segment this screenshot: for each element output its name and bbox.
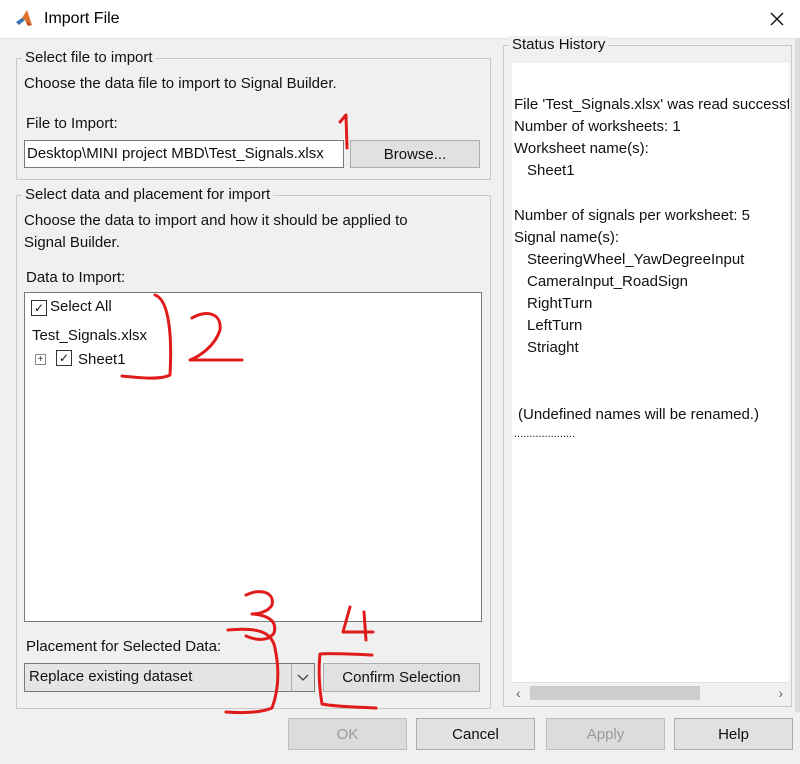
- signal-name: RightTurn: [527, 295, 593, 312]
- ok-button[interactable]: OK: [288, 718, 407, 750]
- confirm-selection-button[interactable]: Confirm Selection: [323, 663, 480, 692]
- background-window-edge: [795, 38, 800, 764]
- expand-icon[interactable]: +: [35, 354, 46, 365]
- select-all-checkbox[interactable]: ✓: [31, 300, 47, 316]
- status-line: Sheet1: [527, 162, 575, 179]
- placement-selected-value: Replace existing dataset: [29, 668, 193, 685]
- signal-name: SteeringWheel_YawDegreeInput: [527, 251, 745, 268]
- apply-button[interactable]: Apply: [546, 718, 665, 750]
- placement-label: Placement for Selected Data:: [26, 638, 222, 655]
- matlab-logo-icon: [16, 10, 32, 26]
- select-file-description: Choose the data file to import to Signal…: [24, 75, 337, 92]
- signal-name: CameraInput_RoadSign: [527, 273, 688, 290]
- data-to-import-tree[interactable]: ✓ Select All Test_Signals.xlsx + ✓ Sheet…: [24, 292, 482, 622]
- signal-name: LeftTurn: [527, 317, 583, 334]
- tree-sheet-node[interactable]: Sheet1: [78, 351, 126, 368]
- select-data-description-line1: Choose the data to import and how it sho…: [24, 212, 408, 229]
- status-note: (Undefined names will be renamed.): [518, 406, 759, 423]
- status-history-text: File 'Test_Signals.xlsx' was read succes…: [512, 63, 789, 703]
- scroll-left-icon[interactable]: ‹: [516, 685, 521, 701]
- status-line: File 'Test_Signals.xlsx' was read succes…: [514, 96, 789, 113]
- browse-button[interactable]: Browse...: [350, 140, 480, 168]
- chevron-down-icon[interactable]: [291, 664, 314, 691]
- cancel-button[interactable]: Cancel: [416, 718, 535, 750]
- status-dots: ....................: [514, 428, 576, 440]
- status-line: Signal name(s):: [514, 229, 620, 246]
- tree-file-node[interactable]: Test_Signals.xlsx: [32, 327, 147, 344]
- data-to-import-label: Data to Import:: [26, 269, 126, 286]
- status-history-title: Status History: [509, 36, 609, 53]
- placement-dropdown[interactable]: Replace existing dataset: [24, 663, 315, 692]
- status-horizontal-scrollbar[interactable]: ‹ ›: [512, 682, 789, 703]
- window-title: Import File: [44, 10, 120, 27]
- status-line: Number of signals per worksheet: 5: [514, 207, 750, 224]
- sheet1-checkbox[interactable]: ✓: [56, 350, 72, 366]
- file-path-field[interactable]: Desktop\MINI project MBD\Test_Signals.xl…: [24, 140, 344, 168]
- status-line: Worksheet name(s):: [514, 140, 649, 157]
- file-to-import-label: File to Import:: [26, 115, 118, 132]
- scroll-right-icon[interactable]: ›: [778, 685, 783, 701]
- title-bar: Import File: [0, 0, 800, 39]
- select-all-label[interactable]: Select All: [50, 298, 112, 315]
- status-line: Number of worksheets: 1: [514, 118, 681, 135]
- close-button[interactable]: [754, 0, 800, 38]
- select-file-group-title: Select file to import: [22, 49, 156, 66]
- select-data-description-line2: Signal Builder.: [24, 234, 120, 251]
- status-history-group: Status History File 'Test_Signals.xlsx' …: [503, 36, 792, 707]
- close-icon: [770, 12, 784, 26]
- signal-name: Striaght: [527, 339, 579, 356]
- select-data-group-title: Select data and placement for import: [22, 186, 274, 203]
- help-button[interactable]: Help: [674, 718, 793, 750]
- scrollbar-thumb[interactable]: [530, 686, 700, 700]
